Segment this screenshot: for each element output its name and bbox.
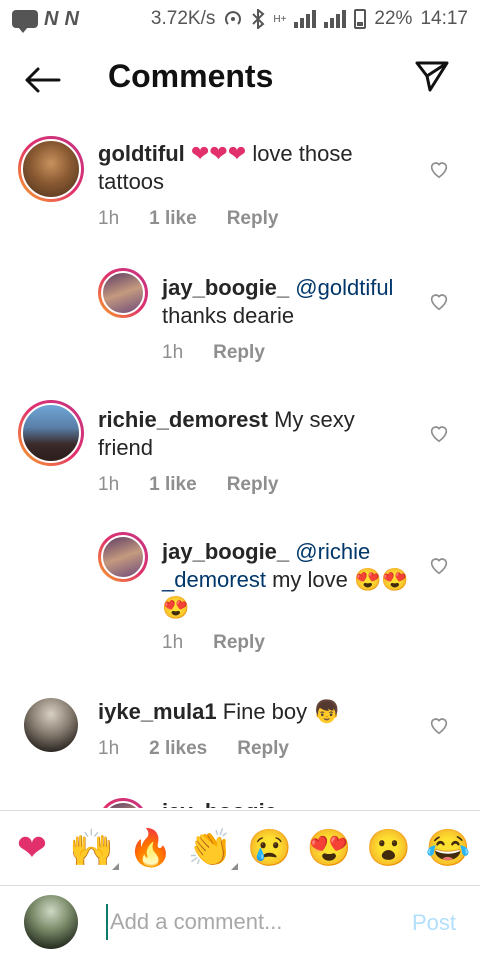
avatar[interactable] <box>98 268 148 318</box>
comment-username[interactable]: richie_demorest <box>98 407 268 432</box>
signal-icon-2 <box>324 10 347 28</box>
my-avatar <box>24 895 78 949</box>
battery-icon <box>354 9 367 29</box>
comment-text: jay_boogie_ @goldtiful thanks dearie <box>162 274 422 330</box>
comment-emojis: ❤❤❤ <box>190 141 247 166</box>
like-heart-icon[interactable] <box>428 290 450 312</box>
comment-input[interactable] <box>106 904 386 940</box>
like-count[interactable]: 1 like <box>149 208 197 230</box>
comment-time: 1h <box>98 474 120 495</box>
comment-body: thanks dearie <box>162 303 295 328</box>
comment-body: my love <box>272 567 348 592</box>
comment-username[interactable]: jay_boogie_ <box>162 275 289 300</box>
comment-emojis: 👦 <box>313 699 341 724</box>
back-button[interactable] <box>20 60 64 100</box>
comment-username[interactable]: jay_boogie_ <box>162 799 289 808</box>
page-title: Comments <box>108 58 274 94</box>
hotspot-icon <box>225 11 242 25</box>
comment-time: 1h <box>98 738 120 759</box>
heart-eyes-emoji-button[interactable]: 😍 <box>305 824 353 872</box>
clock: 14:17 <box>420 8 468 29</box>
comments-list[interactable]: goldtiful ❤❤❤ love those tattoos 1h 1 li… <box>0 128 480 808</box>
reply-button[interactable]: Reply <box>213 342 265 364</box>
mention-link[interactable]: @goldtiful <box>295 275 393 300</box>
send-icon <box>415 61 449 92</box>
reply-button[interactable]: Reply <box>237 738 289 760</box>
avatar[interactable] <box>18 400 84 466</box>
like-heart-icon[interactable] <box>428 422 450 444</box>
share-button[interactable] <box>414 58 454 98</box>
post-button[interactable]: Post <box>412 910 456 936</box>
heart-emoji-button[interactable]: ❤ <box>8 824 56 872</box>
like-count[interactable]: 1 like <box>149 474 197 496</box>
emoji-reaction-bar: ❤ 🙌 🔥 👏 😢 😍 😮 😂 <box>0 810 480 886</box>
raised-hands-emoji-button[interactable]: 🙌 <box>67 824 120 872</box>
network-type-label: H+ <box>273 14 287 25</box>
mention-link-continued[interactable]: _demorest <box>162 567 266 592</box>
sad-emoji-button[interactable]: 😢 <box>246 824 294 872</box>
bluetooth-icon <box>252 9 265 29</box>
comment-text: richie_demorest My sexy friend <box>98 406 398 462</box>
add-comment-bar: Post <box>0 886 480 960</box>
mention-link[interactable]: @richie <box>295 539 370 564</box>
comment-body: Fine boy <box>222 699 308 724</box>
clapping-emoji-button[interactable]: 👏 <box>186 824 239 872</box>
like-heart-icon[interactable] <box>428 554 450 576</box>
back-arrow-icon <box>25 67 61 93</box>
comment-meta: 1h 1 like Reply <box>98 474 278 496</box>
comment-time: 1h <box>162 342 184 363</box>
fire-emoji-button[interactable]: 🔥 <box>127 824 175 872</box>
battery-level: 22% <box>374 8 413 29</box>
surprised-emoji-button[interactable]: 😮 <box>365 824 413 872</box>
comment-time: 1h <box>162 632 184 653</box>
comment-meta: 1h Reply <box>162 632 265 654</box>
avatar[interactable] <box>24 698 78 752</box>
comment-text: goldtiful ❤❤❤ love those tattoos <box>98 140 418 196</box>
header: Comments <box>0 40 480 120</box>
comment-text: jay_boogie_ @richie _demorest my love 😍😍… <box>162 538 412 622</box>
comment-text: jay_boogie_ <box>162 798 422 808</box>
reply-button[interactable]: Reply <box>227 208 279 230</box>
comment-meta: 1h 2 likes Reply <box>98 738 289 760</box>
reply-button[interactable]: Reply <box>213 632 265 654</box>
comment-meta: 1h Reply <box>162 342 265 364</box>
network-speed: 3.72K/s <box>150 8 216 29</box>
avatar[interactable] <box>98 532 148 582</box>
n-notification-icon: N <box>64 7 79 30</box>
status-bar: N N 3.72K/s H+ 22% 14:17 <box>0 0 480 38</box>
comment-username[interactable]: goldtiful <box>98 141 185 166</box>
like-heart-icon[interactable] <box>428 158 450 180</box>
like-heart-icon[interactable] <box>428 714 450 736</box>
n-notification-icon: N <box>44 7 59 30</box>
comment-username[interactable]: iyke_mula1 <box>98 699 217 724</box>
comment-text: iyke_mula1 Fine boy 👦 <box>98 698 418 726</box>
comment-username[interactable]: jay_boogie_ <box>162 539 289 564</box>
message-notification-icon <box>12 10 38 33</box>
signal-icon <box>294 10 317 28</box>
laughing-emoji-button[interactable]: 😂 <box>424 824 472 872</box>
avatar[interactable] <box>18 136 84 202</box>
avatar[interactable] <box>98 798 148 808</box>
reply-button[interactable]: Reply <box>227 474 279 496</box>
like-count[interactable]: 2 likes <box>149 738 207 760</box>
comment-time: 1h <box>98 208 120 229</box>
comment-meta: 1h 1 like Reply <box>98 208 278 230</box>
